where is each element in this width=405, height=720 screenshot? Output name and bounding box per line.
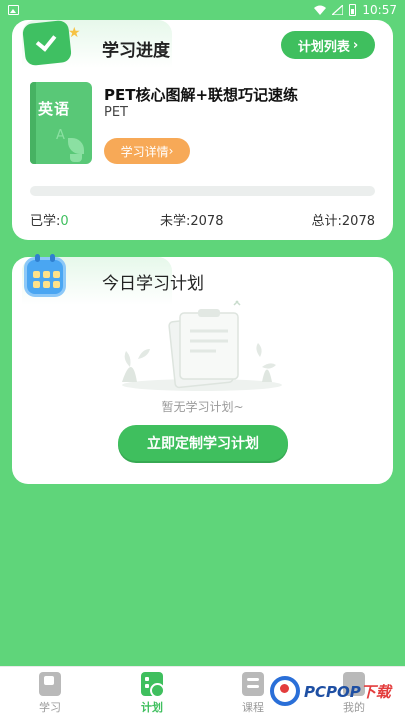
empty-plan-text: 暂无学习计划~: [161, 400, 244, 414]
calendar-icon: [24, 254, 66, 297]
nav-label-course: 课程: [242, 701, 264, 714]
plan-icon: [141, 672, 165, 698]
book-title: PET核心图解+联想巧记速练: [104, 86, 299, 104]
nav-item-plan[interactable]: 计划: [127, 672, 177, 715]
status-time: 10:57: [362, 3, 397, 17]
chevron-right-icon: ›: [352, 37, 359, 53]
learned-value: 0: [60, 214, 69, 229]
status-bar: 10:57: [0, 0, 405, 20]
nav-label-plan: 计划: [141, 701, 163, 714]
nav-label-study: 学习: [39, 701, 61, 714]
unlearned-value: 2078: [190, 214, 224, 229]
gallery-notification-icon: [8, 5, 19, 15]
unlearned-label: 未学:: [160, 214, 191, 229]
empty-clipboard-illustration: [122, 300, 282, 391]
plan-list-label: 计划列表: [297, 39, 350, 55]
study-detail-label: 学习详情: [120, 144, 169, 159]
watermark-suffix-text: 下载: [360, 682, 391, 701]
battery-icon: [349, 4, 357, 16]
progress-title: 学习进度: [102, 41, 170, 61]
book-cover-label: 英语: [38, 100, 71, 118]
watermark-main-text: PCPOP: [304, 682, 361, 701]
wifi-icon: [314, 5, 327, 15]
learned-label: 已学:: [30, 214, 61, 229]
star-icon: ★: [68, 25, 81, 41]
total-stat: 总计:2078: [312, 210, 375, 229]
today-plan-title: 今日学习计划: [102, 274, 204, 294]
plan-list-button[interactable]: 计划列表 ›: [281, 31, 375, 59]
book-cover-letter: A: [56, 128, 65, 143]
pcpop-logo-icon: [270, 676, 300, 706]
book-spine: [30, 82, 36, 164]
book-cover[interactable]: 英语 A: [30, 82, 92, 164]
book-subtitle: PET: [104, 105, 128, 120]
create-plan-button[interactable]: 立即定制学习计划: [118, 425, 288, 461]
progress-bar: [30, 186, 375, 196]
unlearned-stat: 未学:2078: [160, 210, 223, 229]
today-plan-card: 今日学习计划 暂无学习计划~ 立即定制学习计划: [12, 254, 393, 484]
study-progress-card: ★ 学习进度 计划列表 › 英语 A PET核心图解+联想巧记速练 PET 学习…: [12, 19, 393, 240]
checkmark-badge-icon: [21, 19, 73, 67]
total-label: 总计:: [311, 214, 342, 229]
chevron-right-icon: ›: [168, 144, 174, 158]
course-icon: [242, 672, 264, 696]
nav-item-study[interactable]: 学习: [25, 672, 75, 715]
total-value: 2078: [341, 214, 375, 229]
book-icon: [39, 672, 61, 696]
plant-leaf-icon: [68, 138, 84, 154]
signal-icon: [332, 5, 344, 15]
learned-stat: 已学:0: [30, 210, 69, 229]
plant-pot-icon: [70, 154, 82, 162]
pcpop-watermark: PCPOP下载: [270, 676, 391, 706]
study-detail-button[interactable]: 学习详情 ›: [104, 138, 190, 164]
